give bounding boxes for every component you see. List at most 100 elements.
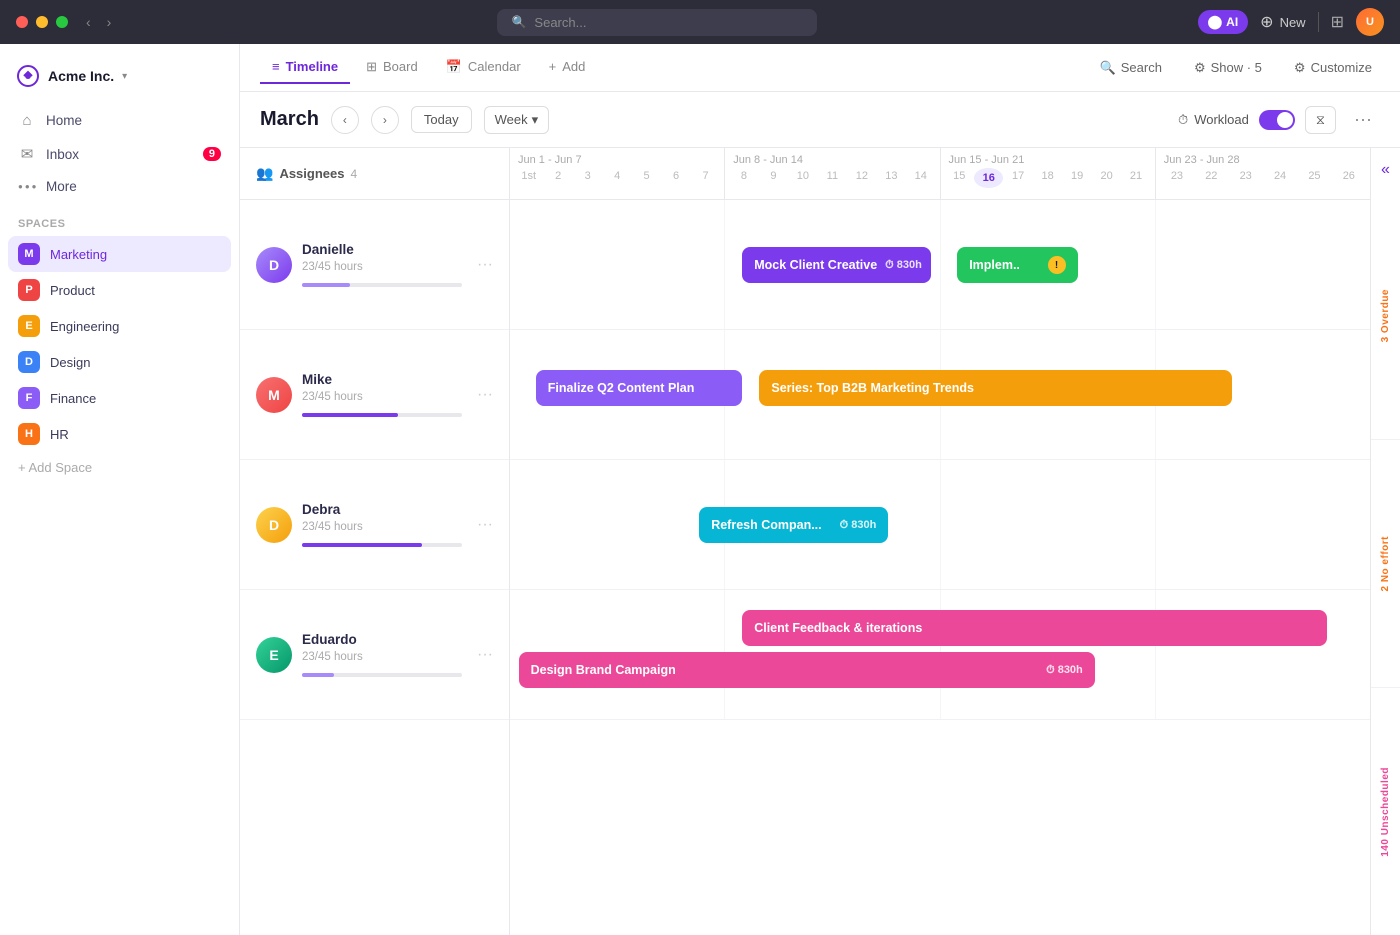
timeline-header: March ‹ › Today Week ▾ ⏱ Workload [240, 92, 1400, 148]
progress-bg-mike [302, 413, 462, 417]
task-hours-design-brand: ⏱ 830h [1038, 664, 1083, 677]
close-button[interactable] [16, 16, 28, 28]
user-avatar[interactable]: U [1356, 8, 1384, 36]
board-icon: ⊞ [366, 59, 377, 75]
sidebar: Acme Inc. ▾ ⌂ Home ✉ Inbox 9 ●●● More S [0, 44, 240, 935]
tab-board[interactable]: ⊞ Board [354, 51, 430, 85]
more-dots-danielle[interactable]: ··· [477, 256, 493, 274]
timeline-icon: ≡ [272, 59, 280, 74]
show-icon: ⚙ [1194, 60, 1206, 76]
workspace-logo [16, 64, 40, 88]
workload-button[interactable]: ⏱ Workload [1178, 112, 1249, 128]
tab-timeline[interactable]: ≡ Timeline [260, 51, 350, 84]
task-hours-mock-client: ⏱ 830h [877, 259, 922, 272]
sidebar-item-more[interactable]: ●●● More [8, 171, 231, 202]
task-implement[interactable]: Implem.. ! [957, 247, 1077, 283]
minimize-button[interactable] [36, 16, 48, 28]
prev-month-button[interactable]: ‹ [331, 106, 359, 134]
tab-add-label: Add [562, 59, 585, 74]
workload-toggle[interactable] [1259, 110, 1295, 130]
title-bar-right: ⬤ AI ⊕ New ⊞ U [1198, 8, 1384, 36]
filter-button[interactable]: ⧖ [1305, 106, 1336, 134]
no-effort-label[interactable]: 2 No effort [1371, 440, 1400, 688]
date-group-2: Jun 8 - Jun 14 8 9 10 11 12 13 14 [725, 148, 940, 199]
grid-icon[interactable]: ⊞ [1331, 12, 1344, 32]
more-label: More [46, 179, 77, 194]
overdue-count: 3 [1380, 336, 1391, 342]
more-dots-eduardo[interactable]: ··· [477, 646, 493, 664]
traffic-lights [16, 16, 68, 28]
task-series-b2b[interactable]: Series: Top B2B Marketing Trends [759, 370, 1232, 406]
date-range-label-4: Jun 23 - Jun 28 [1156, 148, 1370, 168]
space-label-engineering: Engineering [50, 319, 119, 334]
more-dots-mike[interactable]: ··· [477, 386, 493, 404]
task-label-finalize-q2: Finalize Q2 Content Plan [548, 381, 695, 395]
next-month-button[interactable]: › [371, 106, 399, 134]
week-dropdown[interactable]: Week ▾ [484, 106, 550, 134]
add-icon: + [549, 59, 557, 74]
assignees-header: 👥 Assignees 4 [240, 148, 509, 200]
space-item-design[interactable]: D Design [8, 344, 231, 380]
customize-button[interactable]: ⚙ Customize [1286, 56, 1380, 80]
space-dot-design: D [18, 351, 40, 373]
global-search-bar[interactable]: 🔍 Search... [497, 9, 817, 36]
space-item-engineering[interactable]: E Engineering [8, 308, 231, 344]
avatar-mike: M [256, 377, 292, 413]
avatar-danielle: D [256, 247, 292, 283]
view-tabs: ≡ Timeline ⊞ Board 📅 Calendar + Add [240, 44, 1400, 92]
plus-icon: ⊕ [1260, 12, 1273, 32]
task-finalize-q2[interactable]: Finalize Q2 Content Plan [536, 370, 742, 406]
avatar-eduardo: E [256, 637, 292, 673]
no-effort-count: 2 [1380, 585, 1391, 591]
more-options-button[interactable]: ··· [1346, 104, 1380, 135]
search-toolbar-button[interactable]: 🔍 Search [1092, 56, 1170, 80]
date-group-3: Jun 15 - Jun 21 15 16 17 18 19 20 21 [941, 148, 1156, 199]
collapse-right-button[interactable]: « [1371, 148, 1400, 192]
month-label: March [260, 108, 319, 131]
space-item-marketing[interactable]: M Marketing [8, 236, 231, 272]
assignees-icon: 👥 [256, 165, 273, 182]
assignee-count: 4 [350, 167, 357, 181]
more-icon: ●●● [18, 182, 36, 191]
today-button[interactable]: Today [411, 106, 472, 133]
unscheduled-count: 140 [1380, 838, 1391, 856]
tab-calendar[interactable]: 📅 Calendar [434, 51, 533, 85]
tab-add[interactable]: + Add [537, 51, 598, 84]
search-placeholder: Search... [534, 15, 586, 30]
maximize-button[interactable] [56, 16, 68, 28]
task-client-feedback[interactable]: Client Feedback & iterations [742, 610, 1327, 646]
space-label-finance: Finance [50, 391, 96, 406]
workspace-header[interactable]: Acme Inc. ▾ [0, 56, 239, 100]
assignee-row-debra: D Debra 23/45 hours ··· [240, 460, 509, 590]
inbox-icon: ✉ [18, 145, 36, 163]
task-mock-client[interactable]: Mock Client Creative ⏱ 830h [742, 247, 931, 283]
progress-bg-danielle [302, 283, 462, 287]
space-item-hr[interactable]: H HR [8, 416, 231, 452]
date-range-label-2: Jun 8 - Jun 14 [725, 148, 939, 168]
show-button[interactable]: ⚙ Show · 5 [1186, 56, 1270, 80]
spaces-list: M Marketing P Product E Engineering D De… [0, 236, 239, 452]
more-dots-debra[interactable]: ··· [477, 516, 493, 534]
space-item-finance[interactable]: F Finance [8, 380, 231, 416]
ai-button[interactable]: ⬤ AI [1198, 10, 1249, 34]
tab-calendar-label: Calendar [468, 59, 521, 74]
unscheduled-label[interactable]: 140 Unscheduled [1371, 688, 1400, 935]
sidebar-item-home[interactable]: ⌂ Home [8, 104, 231, 137]
date-group-1: Jun 1 - Jun 7 1st 2 3 4 5 6 7 [510, 148, 725, 199]
workspace-chevron: ▾ [122, 71, 127, 82]
back-button[interactable]: ‹ [80, 12, 97, 32]
add-space-button[interactable]: + Add Space [0, 452, 239, 483]
tab-board-label: Board [383, 59, 418, 74]
forward-button[interactable]: › [101, 12, 118, 32]
toggle-knob [1277, 112, 1293, 128]
progress-fill-eduardo [302, 673, 334, 677]
ai-icon: ⬤ [1208, 14, 1223, 30]
task-refresh-company[interactable]: Refresh Compan... ⏱ 830h [699, 507, 888, 543]
sidebar-item-inbox[interactable]: ✉ Inbox 9 [8, 137, 231, 171]
task-design-brand[interactable]: Design Brand Campaign ⏱ 830h [519, 652, 1095, 688]
overdue-label[interactable]: 3 Overdue [1371, 192, 1400, 440]
new-button[interactable]: ⊕ New [1260, 12, 1305, 32]
space-label-hr: HR [50, 427, 69, 442]
space-item-product[interactable]: P Product [8, 272, 231, 308]
timeline-row-eduardo: Client Feedback & iterations Design Bran… [510, 590, 1370, 720]
